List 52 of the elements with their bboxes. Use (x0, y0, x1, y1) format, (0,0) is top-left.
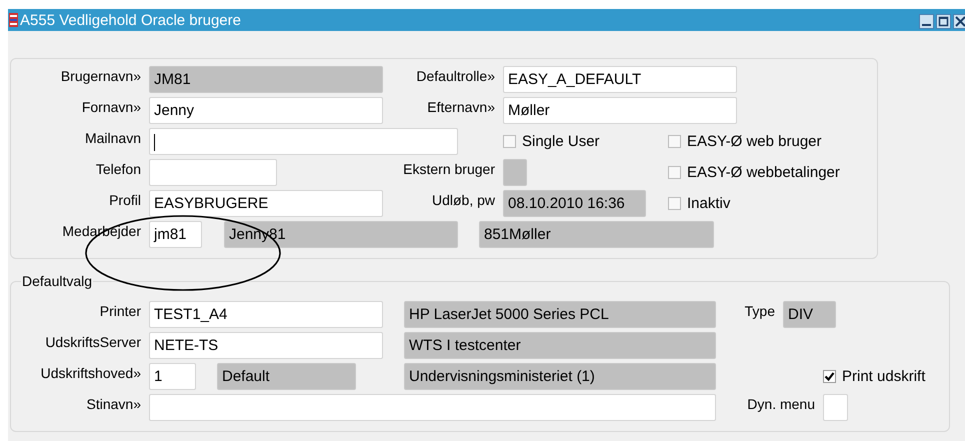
checkbox[interactable] (503, 135, 516, 148)
field-label: Profil (109, 192, 141, 208)
readonly-field[interactable]: 851Møller (479, 221, 714, 248)
readonly-field[interactable]: Undervisningsministeriet (1) (404, 363, 716, 390)
input-field[interactable] (149, 128, 458, 155)
field-label: Stinavn» (86, 396, 141, 412)
readonly-field[interactable]: Default (217, 363, 356, 390)
checkbox-label: Print udskrift (842, 368, 926, 385)
field-label: Printer (100, 303, 141, 319)
input-field[interactable]: Jenny (149, 97, 383, 124)
maximize-icon[interactable] (936, 14, 951, 28)
input-field[interactable]: jm81 (149, 221, 202, 248)
input-field[interactable] (149, 159, 277, 186)
readonly-field[interactable]: HP LaserJet 5000 Series PCL (404, 301, 716, 328)
group-title: Defaultvalg (21, 273, 94, 289)
readonly-field[interactable]: DIV (783, 301, 836, 328)
input-field[interactable]: 1 (149, 363, 196, 390)
window-title: A555 Vedligehold Oracle brugere (20, 12, 241, 28)
field-label: Defaultrolle» (416, 68, 495, 84)
readonly-field[interactable] (503, 159, 527, 186)
input-field[interactable] (823, 394, 848, 421)
field-label: Efternavn» (427, 99, 495, 115)
input-field[interactable]: Møller (503, 97, 737, 124)
readonly-field[interactable]: 08.10.2010 16:36 (503, 190, 646, 217)
checkbox-label: Inaktiv (687, 195, 730, 212)
checkbox[interactable] (668, 166, 681, 179)
app-icon (9, 13, 18, 27)
field-label: Ekstern bruger (403, 161, 495, 177)
input-field[interactable]: EASY_A_DEFAULT (503, 66, 737, 93)
checkbox[interactable] (668, 135, 681, 148)
field-label: Brugernavn» (60, 68, 141, 84)
field-label: UdskriftsServer (45, 334, 141, 350)
minimize-icon[interactable] (919, 14, 934, 28)
field-label: Fornavn» (82, 99, 141, 115)
input-field[interactable] (149, 394, 716, 421)
field-label: Mailnavn (84, 130, 141, 146)
checkbox-label: EASY-Ø webbetalinger (687, 164, 840, 181)
checkbox[interactable] (668, 197, 681, 210)
readonly-field[interactable]: JM81 (149, 66, 383, 93)
checkbox[interactable] (823, 370, 836, 383)
field-label: Telefon (96, 161, 141, 177)
field-label: Type (744, 303, 775, 319)
input-field[interactable]: NETE-TS (149, 332, 383, 359)
input-field[interactable]: EASYBRUGERE (149, 190, 383, 217)
field-label: Udløb, pw (432, 192, 495, 208)
checkbox-label: EASY-Ø web bruger (687, 133, 822, 150)
field-label: Udskriftshoved» (40, 365, 141, 381)
readonly-field[interactable]: WTS I testcenter (404, 332, 716, 359)
field-label: Dyn. menu (747, 396, 815, 412)
input-field[interactable]: TEST1_A4 (149, 301, 383, 328)
close-icon[interactable] (953, 14, 965, 28)
checkbox-label: Single User (522, 133, 600, 150)
